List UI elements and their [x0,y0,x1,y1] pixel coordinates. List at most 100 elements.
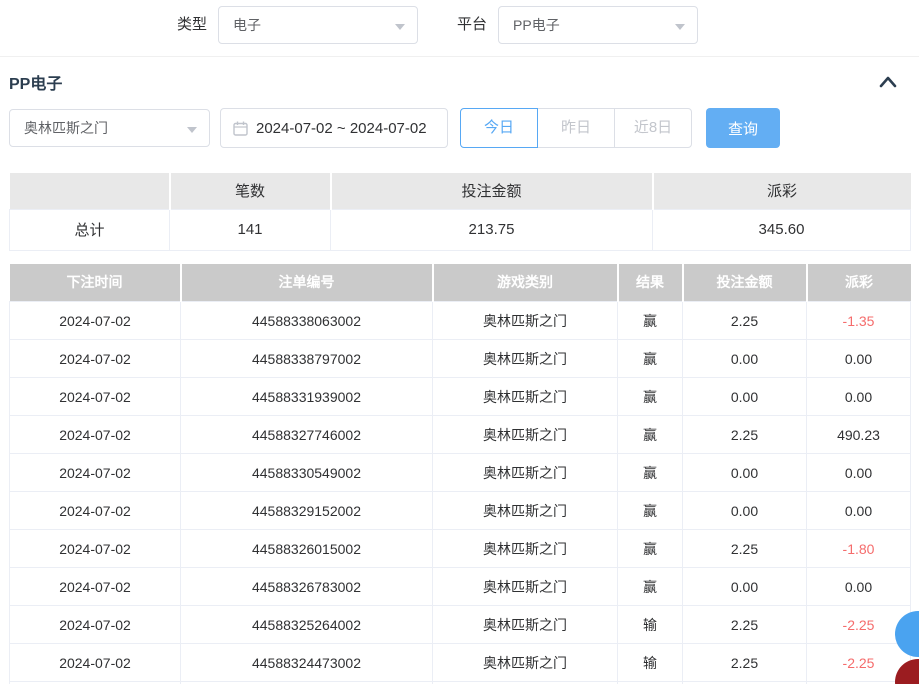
cell-game: 奥林匹斯之门 [433,492,618,530]
cell-amount: 0.00 [683,340,807,378]
cell-id: 44588326015002 [181,530,433,568]
cell-id: 44588330549002 [181,454,433,492]
table-row: 2024-07-0244588327746002奥林匹斯之门赢2.25490.2… [10,416,911,454]
date-range-input[interactable]: 2024-07-02 ~ 2024-07-02 [220,108,448,148]
cell-game: 奥林匹斯之门 [433,340,618,378]
cell-id: 44588325264002 [181,606,433,644]
header-bet-amount: 投注金额 [683,264,807,302]
header-payout: 派彩 [807,264,911,302]
cell-result: 输 [618,644,683,682]
cell-amount: 0.00 [683,568,807,606]
total-label: 总计 [10,209,170,250]
platform-select-value: PP电子 [513,15,560,35]
cell-result: 输 [618,606,683,644]
cell-payout: 0.00 [807,378,911,416]
table-row: 2024-07-0244588326783002奥林匹斯之门赢0.000.00 [10,568,911,606]
cell-time: 2024-07-02 [10,606,181,644]
cell-time: 2024-07-02 [10,492,181,530]
game-select-value: 奥林匹斯之门 [24,118,108,138]
chevron-down-icon [187,127,197,133]
cell-result: 赢 [618,302,683,340]
cell-id: 44588338063002 [181,302,433,340]
cell-id: 44588324473002 [181,644,433,682]
cell-time: 2024-07-02 [10,644,181,682]
cell-amount: 0.00 [683,492,807,530]
cell-id: 44588327746002 [181,416,433,454]
header-result: 结果 [618,264,683,302]
cell-amount: 2.25 [683,644,807,682]
cell-amount: 2.25 [683,302,807,340]
platform-select[interactable]: PP电子 [498,6,698,44]
cell-time: 2024-07-02 [10,454,181,492]
cell-game: 奥林匹斯之门 [433,378,618,416]
cell-time: 2024-07-02 [10,530,181,568]
date-range-value: 2024-07-02 ~ 2024-07-02 [256,120,427,137]
cell-game: 奥林匹斯之门 [433,568,618,606]
summary-table: 笔数 投注金额 派彩 总计 141 213.75 345.60 [9,173,911,251]
cell-result: 赢 [618,568,683,606]
total-count: 141 [170,209,331,250]
page: 类型 电子 平台 PP电子 PP电子 奥林匹斯之门 [0,0,919,684]
cell-id: 44588326783002 [181,568,433,606]
cell-time: 2024-07-02 [10,378,181,416]
table-row: 2024-07-0244588329152002奥林匹斯之门赢0.000.00 [10,492,911,530]
cell-game: 奥林匹斯之门 [433,606,618,644]
last-8-days-button[interactable]: 近8日 [614,108,692,148]
cell-time: 2024-07-02 [10,340,181,378]
cell-game: 奥林匹斯之门 [433,454,618,492]
type-label: 类型 [177,6,207,44]
summary-header-count: 笔数 [170,173,331,209]
table-row: 2024-07-0244588331939002奥林匹斯之门赢0.000.00 [10,378,911,416]
total-payout: 345.60 [653,209,911,250]
table-row: 2024-07-0244588338797002奥林匹斯之门赢0.000.00 [10,340,911,378]
type-select[interactable]: 电子 [218,6,418,44]
cell-time: 2024-07-02 [10,568,181,606]
bet-table: 下注时间 注单编号 游戏类别 结果 投注金额 派彩 2024-07-024458… [9,264,911,684]
table-row: 2024-07-0244588324473002奥林匹斯之门输2.25-2.25 [10,644,911,682]
cell-result: 赢 [618,378,683,416]
cell-payout: 0.00 [807,568,911,606]
query-button[interactable]: 查询 [706,108,780,148]
cell-game: 奥林匹斯之门 [433,416,618,454]
platform-label: 平台 [457,6,487,44]
yesterday-button[interactable]: 昨日 [537,108,615,148]
table-row: 2024-07-0244588338063002奥林匹斯之门赢2.25-1.35 [10,302,911,340]
total-bet-amount: 213.75 [331,209,653,250]
today-button[interactable]: 今日 [460,108,538,148]
summary-header-bet-amount: 投注金额 [331,173,653,209]
table-row: 2024-07-0244588325264002奥林匹斯之门输2.25-2.25 [10,606,911,644]
top-filter-row: 类型 电子 平台 PP电子 [0,0,919,57]
header-bet-time: 下注时间 [10,264,181,302]
cell-id: 44588329152002 [181,492,433,530]
cell-payout: 0.00 [807,340,911,378]
cell-amount: 0.00 [683,378,807,416]
header-game-type: 游戏类别 [433,264,618,302]
table-row: 2024-07-0244588326015002奥林匹斯之门赢2.25-1.80 [10,530,911,568]
quick-date-button-group: 今日 昨日 近8日 [460,108,692,148]
type-select-value: 电子 [233,15,261,35]
cell-game: 奥林匹斯之门 [433,530,618,568]
cell-result: 赢 [618,454,683,492]
chevron-down-icon [395,24,405,30]
cell-payout: -1.35 [807,302,911,340]
summary-total-row: 总计 141 213.75 345.60 [10,209,911,250]
cell-time: 2024-07-02 [10,302,181,340]
game-select[interactable]: 奥林匹斯之门 [9,109,210,147]
section-header: PP电子 [0,57,919,93]
cell-amount: 2.25 [683,416,807,454]
cell-payout: 0.00 [807,492,911,530]
table-row: 2024-07-0244588330549002奥林匹斯之门赢0.000.00 [10,454,911,492]
cell-id: 44588331939002 [181,378,433,416]
cell-id: 44588338797002 [181,340,433,378]
cell-payout: 0.00 [807,454,911,492]
bet-table-body: 2024-07-0244588338063002奥林匹斯之门赢2.25-1.35… [10,302,911,684]
chevron-up-icon[interactable] [879,75,897,89]
cell-payout: -1.80 [807,530,911,568]
cell-time: 2024-07-02 [10,416,181,454]
summary-header-blank [10,173,170,209]
calendar-icon [233,121,248,136]
summary-header-payout: 派彩 [653,173,911,209]
cell-amount: 2.25 [683,530,807,568]
filter-bar: 奥林匹斯之门 2024-07-02 ~ 2024-07-02 今日 昨日 近8日… [0,108,919,148]
summary-header-row: 笔数 投注金额 派彩 [10,173,911,209]
